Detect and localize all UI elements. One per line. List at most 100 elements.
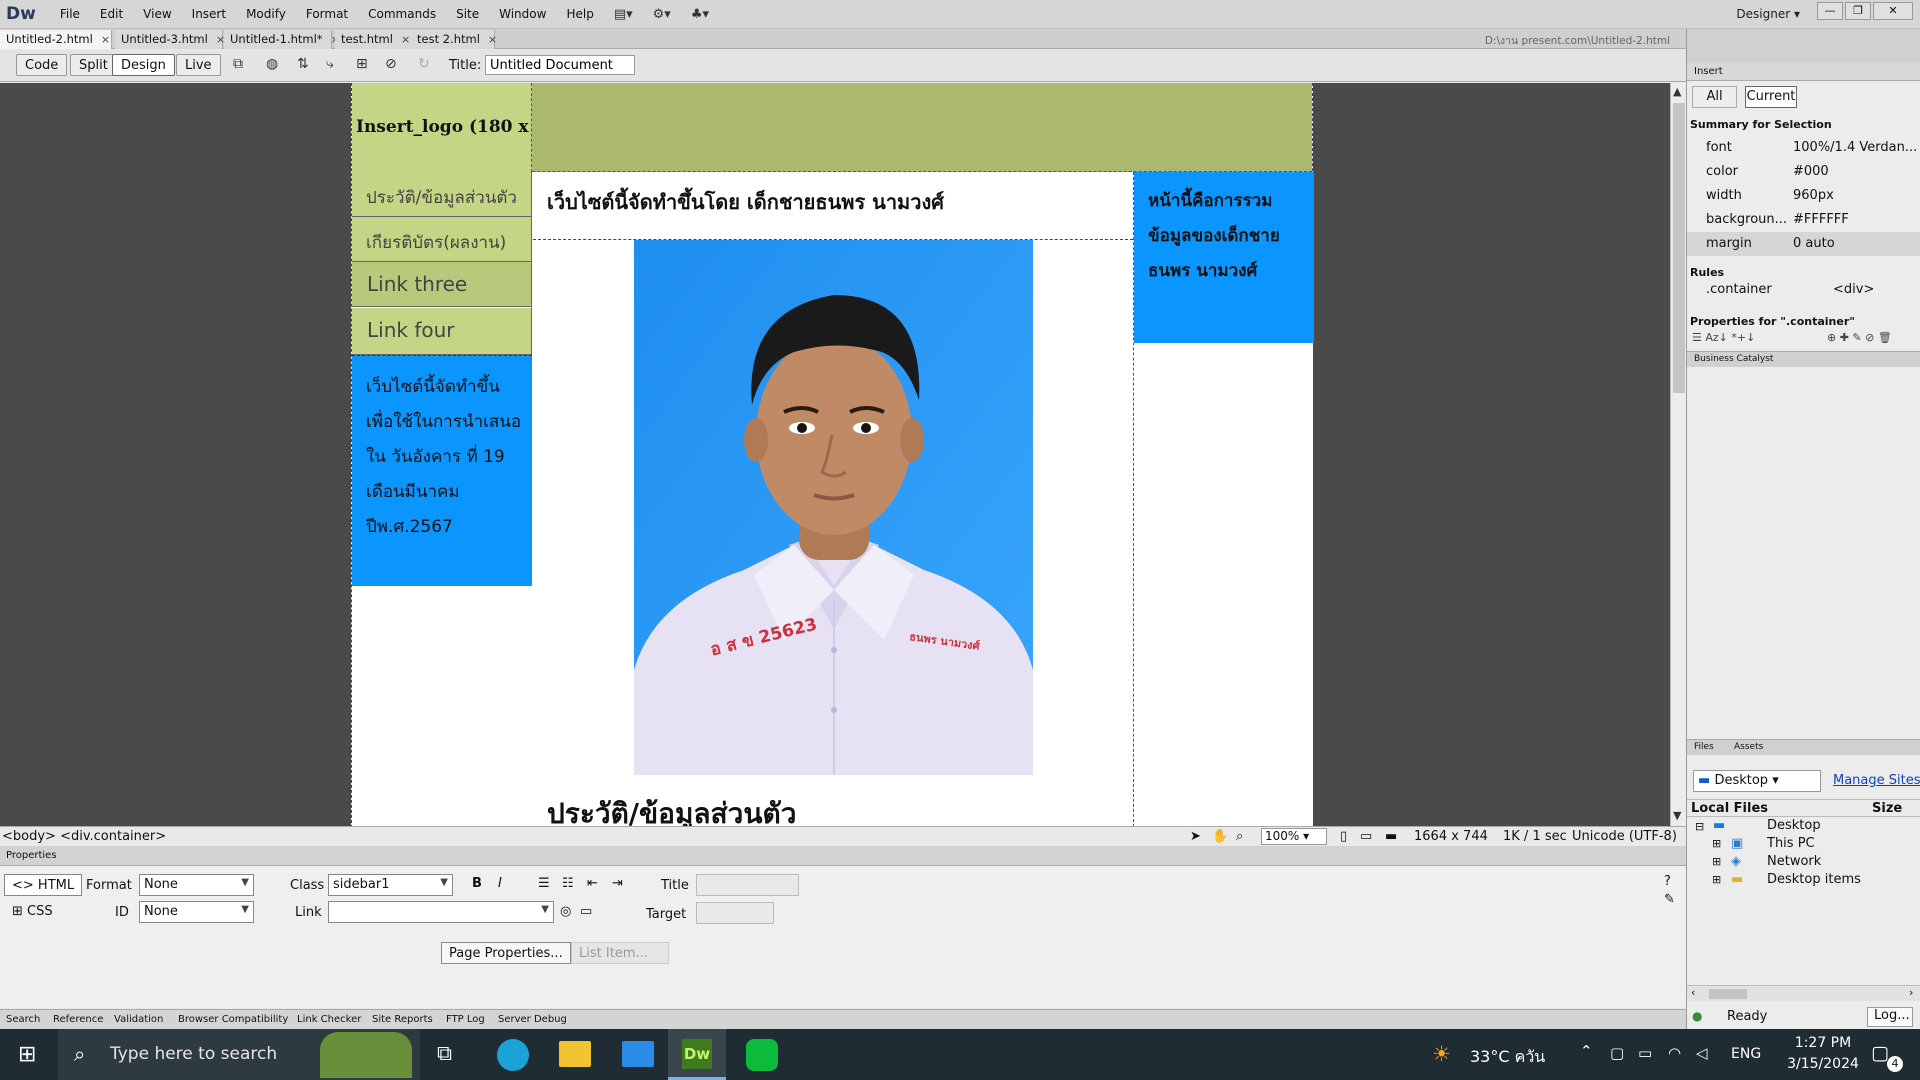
tab-test[interactable]: test.html × [335, 30, 413, 49]
workspace-switcher[interactable]: Designer ▾ [1736, 7, 1800, 21]
taskbar-search[interactable]: ⌕ Type here to search [58, 1029, 420, 1080]
scroll-right-icon[interactable]: › [1909, 986, 1913, 999]
multiscreen-icon[interactable]: ⧉ [233, 56, 243, 72]
hand-tool-icon[interactable]: ✋ [1212, 829, 1228, 844]
close-icon[interactable]: × [101, 33, 110, 46]
unordered-list-icon[interactable]: ☰ [538, 876, 550, 891]
battery-icon[interactable]: ▭ [1638, 1044, 1652, 1062]
outdent-icon[interactable]: ⇤ [587, 876, 598, 891]
prop-value[interactable]: #000 [1793, 164, 1829, 179]
ordered-list-icon[interactable]: ☷ [562, 876, 574, 891]
tab-ftp-log[interactable]: FTP Log [446, 1014, 485, 1025]
student-photo[interactable]: อ ส ข 25623 ธนพร นามวงศ์ [634, 240, 1033, 775]
site-select[interactable]: ▬ Desktop ▾ [1693, 770, 1821, 792]
pointer-tool-icon[interactable]: ➤ [1190, 829, 1201, 844]
menu-edit[interactable]: Edit [100, 7, 123, 21]
scrollbar-thumb[interactable] [1709, 989, 1747, 999]
css-toolbar-icons[interactable]: ☰ Az↓ *+↓ [1692, 331, 1755, 344]
notification-icon[interactable]: ▢ [1871, 1042, 1889, 1064]
document-title-input[interactable] [485, 55, 635, 75]
wifi-icon[interactable]: ◠ [1668, 1044, 1681, 1062]
link-input[interactable]: ▼ [328, 901, 554, 923]
desktop-size-icon[interactable]: ▬ [1385, 829, 1397, 844]
browse-folder-icon[interactable]: ▭ [580, 904, 592, 919]
italic-button[interactable]: I [498, 876, 502, 891]
refresh-icon[interactable]: ↻ [418, 56, 430, 72]
log-button[interactable]: Log... [1867, 1007, 1913, 1027]
css-mode-button[interactable]: ⊞ CSS [12, 904, 53, 919]
volume-icon[interactable]: ◁ [1696, 1044, 1708, 1062]
windows-start-icon[interactable]: ⊞ [18, 1042, 36, 1067]
assets-tab[interactable]: Assets [1734, 742, 1763, 752]
design-view-button[interactable]: Design [112, 54, 175, 76]
window-size[interactable]: 1664 x 744 [1414, 829, 1488, 844]
tree-item-this-pc[interactable]: This PC [1767, 836, 1815, 851]
tab-validation[interactable]: Validation [114, 1014, 163, 1025]
mail-icon[interactable] [622, 1041, 654, 1067]
tree-item-desktop[interactable]: Desktop [1767, 818, 1821, 833]
menu-site[interactable]: Site [456, 7, 479, 21]
css-action-icons[interactable]: ⊕ ✚ ✎ ⊘ 🗑 [1827, 331, 1892, 344]
rule-selector[interactable]: .container [1706, 282, 1772, 297]
gear-icon[interactable]: ⚙▾ [653, 7, 671, 22]
scroll-down-icon[interactable]: ▼ [1673, 809, 1681, 822]
layout-icon[interactable]: ▤▾ [614, 7, 633, 22]
properties-header[interactable]: Properties [0, 846, 1686, 866]
tag-selector[interactable]: <body> <div.container> [2, 829, 166, 844]
line-app-icon[interactable] [746, 1039, 778, 1071]
menu-commands[interactable]: Commands [368, 7, 436, 21]
menu-modify[interactable]: Modify [246, 7, 286, 21]
tab-browser-compat[interactable]: Browser Compatibility [178, 1014, 288, 1025]
css-all-button[interactable]: All [1692, 86, 1737, 108]
live-view-button[interactable]: Live [176, 54, 221, 76]
class-select[interactable]: sidebar1 ▼ [328, 874, 453, 896]
tab-untitled-2[interactable]: Untitled-2.html × [0, 30, 112, 49]
clock-date[interactable]: 3/15/2024 [1779, 1056, 1867, 1072]
design-canvas[interactable]: Insert_logo (180 x ... ประวัติ/ข้อมูลส่ว… [0, 83, 1670, 826]
menu-file[interactable]: File [60, 7, 80, 21]
file-explorer-icon[interactable] [559, 1041, 591, 1067]
scroll-left-icon[interactable]: ‹ [1691, 986, 1695, 999]
expand-icon[interactable]: ⊞ [1712, 855, 1721, 868]
indent-icon[interactable]: ⇥ [612, 876, 623, 891]
size-header[interactable]: Size [1872, 801, 1902, 816]
menu-view[interactable]: View [143, 7, 171, 21]
tab-site-reports[interactable]: Site Reports [372, 1014, 433, 1025]
close-window-button[interactable]: ✕ [1873, 2, 1913, 20]
menu-help[interactable]: Help [566, 7, 593, 21]
tab-reference[interactable]: Reference [53, 1014, 103, 1025]
prop-value[interactable]: #FFFFFF [1793, 212, 1849, 227]
format-select[interactable]: None ▼ [139, 874, 254, 896]
title-field[interactable] [696, 874, 799, 896]
zoom-select[interactable]: 100% ▾ [1261, 828, 1327, 845]
css-current-button[interactable]: Current [1745, 86, 1797, 108]
menu-format[interactable]: Format [306, 7, 348, 21]
prop-value[interactable]: 0 auto [1793, 236, 1835, 251]
site-icon[interactable]: ♣▾ [691, 7, 709, 22]
weather-text[interactable]: 33°C ควัน [1470, 1045, 1545, 1070]
html-mode-button[interactable]: <> HTML [4, 874, 83, 896]
task-view-icon[interactable]: ⧉ [437, 1041, 452, 1066]
tab-search[interactable]: Search [6, 1014, 40, 1025]
id-select[interactable]: None ▼ [139, 901, 254, 923]
tablet-size-icon[interactable]: ▭ [1360, 829, 1372, 844]
nav-link-four[interactable]: Link four [352, 308, 532, 355]
validate-icon[interactable]: ⊘ [385, 56, 397, 72]
edge-icon[interactable] [497, 1039, 529, 1071]
split-view-button[interactable]: Split [70, 54, 117, 76]
canvas-vertical-scrollbar[interactable]: ▲ ▼ [1670, 83, 1686, 826]
tab-link-checker[interactable]: Link Checker [297, 1014, 361, 1025]
manage-sites-link[interactable]: Manage Sites [1833, 773, 1920, 788]
business-catalyst-header[interactable]: Business Catalyst [1687, 351, 1920, 367]
file-management-icon[interactable]: ⇅ [297, 56, 309, 72]
taskbar-dreamweaver[interactable]: Dw [668, 1029, 726, 1080]
nav-link-profile[interactable]: ประวัติ/ข้อมูลส่วนตัว [352, 172, 532, 217]
meet-now-icon[interactable]: ▢ [1610, 1044, 1624, 1062]
mobile-size-icon[interactable]: ▯ [1340, 829, 1347, 844]
nav-link-three[interactable]: Link three [352, 262, 532, 307]
minimize-button[interactable]: — [1817, 2, 1843, 20]
tab-test-2[interactable]: test 2.html × [411, 30, 497, 49]
close-icon[interactable]: × [401, 33, 410, 46]
target-select[interactable] [696, 902, 774, 924]
tab-server-debug[interactable]: Server Debug [498, 1014, 567, 1025]
